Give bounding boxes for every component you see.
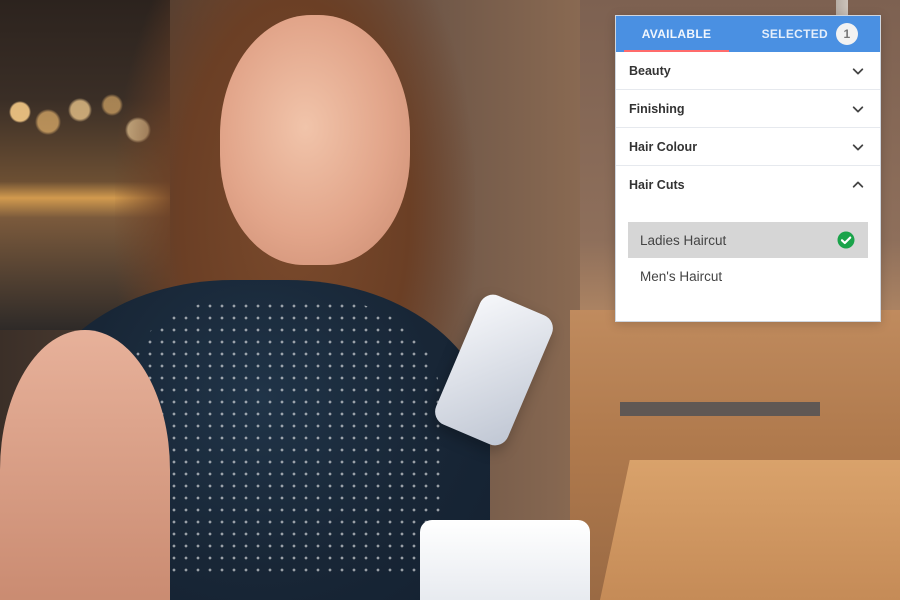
tab-selected-label: SELECTED (761, 27, 828, 41)
category-row-hair-cuts[interactable]: Hair Cuts (616, 166, 880, 204)
category-label-hair-colour: Hair Colour (629, 139, 698, 154)
background-table (600, 460, 900, 600)
service-item-ladies-haircut[interactable]: Ladies Haircut (628, 222, 868, 258)
background-bench-rail (620, 402, 820, 416)
background-coffee-cup (420, 520, 590, 600)
tab-available[interactable]: AVAILABLE (616, 16, 737, 52)
category-row-finishing[interactable]: Finishing (616, 90, 880, 128)
check-circle-icon (836, 230, 856, 250)
background-person-arm (0, 330, 170, 600)
service-label-mens-haircut: Men's Haircut (640, 268, 723, 284)
tab-selected[interactable]: SELECTED 1 (737, 16, 880, 52)
chevron-down-icon (850, 63, 866, 79)
selected-count-badge: 1 (836, 23, 858, 45)
scene: AVAILABLE SELECTED 1 Beauty Finishing Ha… (0, 0, 900, 600)
chevron-down-icon (850, 101, 866, 117)
tab-available-label: AVAILABLE (641, 27, 712, 41)
category-label-beauty: Beauty (629, 63, 671, 78)
category-row-beauty[interactable]: Beauty (616, 52, 880, 90)
category-row-hair-colour[interactable]: Hair Colour (616, 128, 880, 166)
service-item-mens-haircut[interactable]: Men's Haircut (628, 258, 868, 294)
services-tabs: AVAILABLE SELECTED 1 (616, 16, 880, 52)
category-label-finishing: Finishing (629, 101, 685, 116)
category-list: Beauty Finishing Hair Colour Hair Cuts L… (616, 52, 880, 294)
chevron-up-icon (850, 177, 866, 193)
services-panel: AVAILABLE SELECTED 1 Beauty Finishing Ha… (615, 15, 881, 322)
category-label-hair-cuts: Hair Cuts (629, 178, 685, 192)
service-label-ladies-haircut: Ladies Haircut (640, 232, 727, 248)
hair-cuts-items: Ladies Haircut Men's Haircut (616, 204, 880, 294)
background-person-face (220, 15, 410, 265)
chevron-down-icon (850, 139, 866, 155)
